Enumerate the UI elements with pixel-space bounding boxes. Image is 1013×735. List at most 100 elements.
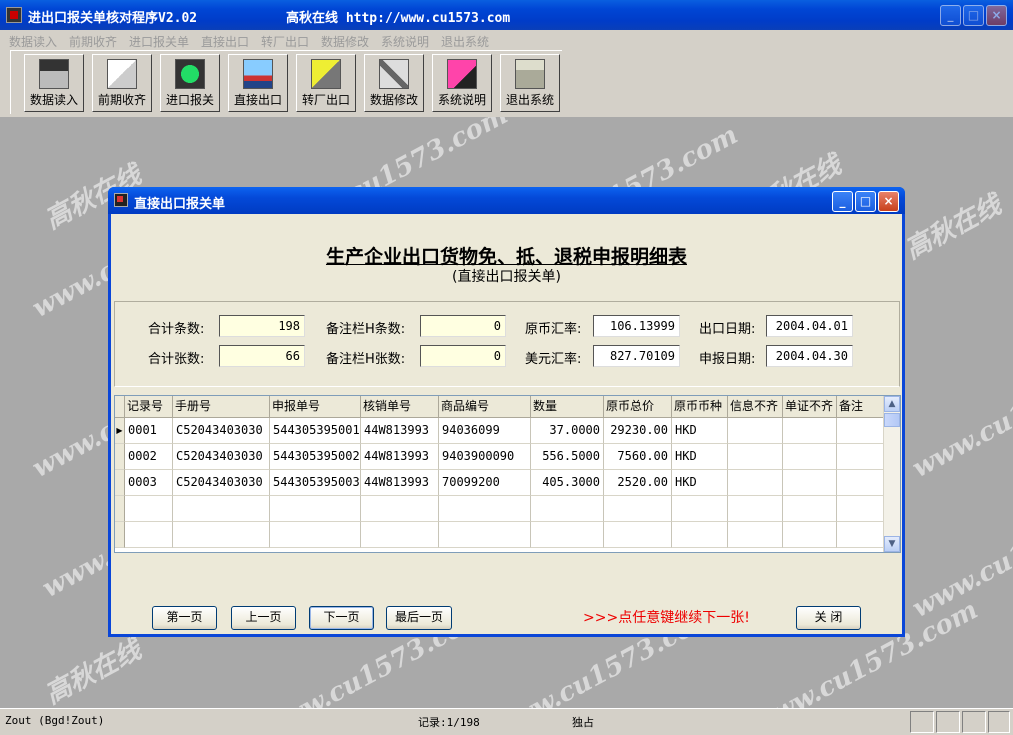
menu-system-help[interactable]: 系统说明 (381, 33, 429, 50)
toolbar-exit-button[interactable]: 退出系统 (500, 54, 560, 112)
table-cell[interactable] (837, 418, 885, 444)
table-cell[interactable]: 544305395003 (270, 470, 361, 496)
declare-date-field[interactable]: 2004.04.30 (766, 345, 853, 367)
toolbar-prior-collect-button[interactable]: 前期收齐 (92, 54, 152, 112)
column-header[interactable]: 申报单号 (270, 396, 361, 418)
table-cell[interactable] (728, 496, 783, 522)
table-cell[interactable]: 544305395002 (270, 444, 361, 470)
table-cell[interactable]: 405.3000 (531, 470, 604, 496)
toolbar-system-help-button[interactable]: 系统说明 (432, 54, 492, 112)
table-cell[interactable] (361, 496, 439, 522)
table-cell[interactable]: 37.0000 (531, 418, 604, 444)
usd-rate-field[interactable]: 827.70109 (593, 345, 680, 367)
table-cell[interactable] (837, 496, 885, 522)
column-header[interactable]: 核销单号 (361, 396, 439, 418)
remark-h-sheets-field[interactable]: 0 (420, 345, 506, 367)
column-header[interactable]: 原币总价 (604, 396, 672, 418)
table-cell[interactable]: 44W813993 (361, 444, 439, 470)
dialog-title-bar[interactable]: 直接出口报关单 _ □ × (108, 187, 905, 214)
table-cell[interactable] (173, 496, 270, 522)
table-cell[interactable]: 44W813993 (361, 418, 439, 444)
table-cell[interactable]: 70099200 (439, 470, 531, 496)
table-cell[interactable]: C52043403030 (173, 418, 270, 444)
table-cell[interactable]: C52043403030 (173, 470, 270, 496)
resize-grip-icon[interactable] (988, 711, 1010, 733)
table-cell[interactable]: 9403900090 (439, 444, 531, 470)
toolbar-direct-export-button[interactable]: 直接出口 (228, 54, 288, 112)
toolbar-data-import-button[interactable]: 数据读入 (24, 54, 84, 112)
prev-page-button[interactable]: 上一页 (231, 606, 296, 630)
menu-direct-export[interactable]: 直接出口 (201, 33, 249, 50)
table-cell[interactable] (783, 496, 837, 522)
export-date-field[interactable]: 2004.04.01 (766, 315, 853, 337)
table-cell[interactable]: 7560.00 (604, 444, 672, 470)
next-page-button[interactable]: 下一页 (309, 606, 374, 630)
toolbar-import-declaration-button[interactable]: 进口报关 (160, 54, 220, 112)
column-header[interactable]: 商品编号 (439, 396, 531, 418)
remark-h-records-field[interactable]: 0 (420, 315, 506, 337)
menu-import-declaration[interactable]: 进口报关单 (129, 33, 189, 50)
column-header[interactable]: 手册号 (173, 396, 270, 418)
table-cell[interactable] (125, 496, 173, 522)
column-header[interactable]: 原币币种 (672, 396, 728, 418)
table-cell[interactable]: 29230.00 (604, 418, 672, 444)
scroll-thumb[interactable] (884, 413, 900, 427)
orig-rate-field[interactable]: 106.13999 (593, 315, 680, 337)
table-cell[interactable] (173, 522, 270, 548)
table-cell[interactable] (439, 496, 531, 522)
column-header[interactable]: 记录号 (125, 396, 173, 418)
table-cell[interactable] (672, 522, 728, 548)
table-vertical-scrollbar[interactable]: ▲ ▼ (883, 396, 900, 552)
total-sheets-field[interactable]: 66 (219, 345, 305, 367)
table-cell[interactable]: HKD (672, 470, 728, 496)
table-cell[interactable] (783, 522, 837, 548)
menu-exit[interactable]: 退出系统 (441, 33, 489, 50)
dialog-minimize-button[interactable]: _ (832, 191, 853, 212)
table-cell[interactable]: 0003 (125, 470, 173, 496)
menu-data-modify[interactable]: 数据修改 (321, 33, 369, 50)
table-cell[interactable] (728, 444, 783, 470)
close-window-button[interactable]: × (986, 5, 1007, 26)
column-header[interactable]: 数量 (531, 396, 604, 418)
first-page-button[interactable]: 第一页 (152, 606, 217, 630)
table-cell[interactable] (837, 444, 885, 470)
menu-transfer-export[interactable]: 转厂出口 (261, 33, 309, 50)
table-cell[interactable]: 544305395001 (270, 418, 361, 444)
scroll-up-arrow-icon[interactable]: ▲ (884, 396, 900, 412)
table-cell[interactable] (270, 496, 361, 522)
table-cell[interactable] (783, 444, 837, 470)
total-records-field[interactable]: 198 (219, 315, 305, 337)
table-cell[interactable]: 0002 (125, 444, 173, 470)
column-header[interactable]: 备注 (837, 396, 885, 418)
close-dialog-button[interactable]: 关 闭 (796, 606, 861, 630)
table-cell[interactable] (837, 470, 885, 496)
menu-data-import[interactable]: 数据读入 (9, 33, 57, 50)
table-cell[interactable] (672, 496, 728, 522)
table-cell[interactable]: 0001 (125, 418, 173, 444)
table-cell[interactable] (604, 496, 672, 522)
table-cell[interactable] (783, 470, 837, 496)
table-cell[interactable] (439, 522, 531, 548)
table-cell[interactable]: 44W813993 (361, 470, 439, 496)
table-cell[interactable] (837, 522, 885, 548)
maximize-button[interactable]: □ (963, 5, 984, 26)
table-cell[interactable]: 2520.00 (604, 470, 672, 496)
menu-prior-collect[interactable]: 前期收齐 (69, 33, 117, 50)
table-cell[interactable] (604, 522, 672, 548)
toolbar-data-modify-button[interactable]: 数据修改 (364, 54, 424, 112)
table-cell[interactable] (728, 418, 783, 444)
dialog-maximize-button[interactable]: □ (855, 191, 876, 212)
dialog-close-button[interactable]: × (878, 191, 899, 212)
column-header[interactable]: 信息不齐 (728, 396, 783, 418)
declaration-table[interactable]: 记录号 手册号 申报单号 核销单号 商品编号 数量 原币总价 原币币种 信息不齐… (114, 395, 901, 553)
last-page-button[interactable]: 最后一页 (386, 606, 452, 630)
minimize-button[interactable]: _ (940, 5, 961, 26)
table-cell[interactable]: 94036099 (439, 418, 531, 444)
table-cell[interactable]: 556.5000 (531, 444, 604, 470)
table-cell[interactable] (728, 470, 783, 496)
scroll-down-arrow-icon[interactable]: ▼ (884, 536, 900, 552)
table-cell[interactable] (361, 522, 439, 548)
table-cell[interactable] (270, 522, 361, 548)
table-cell[interactable]: HKD (672, 418, 728, 444)
table-cell[interactable] (728, 522, 783, 548)
